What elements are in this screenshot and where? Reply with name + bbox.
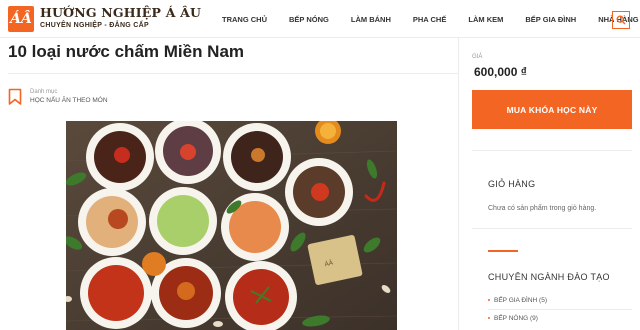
sidebar-divider	[458, 38, 459, 330]
major-item-home-kitchen[interactable]: BẾP GIA ĐÌNH (5)	[488, 297, 547, 304]
site-header: ÁÂ HƯỚNG NGHIỆP Á ÂU CHUYÊN NGHIỆP - ĐẲN…	[0, 0, 640, 38]
divider	[472, 150, 632, 151]
category-label: Danh mục	[30, 89, 58, 95]
brand-title[interactable]: HƯỚNG NGHIỆP Á ÂU	[40, 5, 201, 20]
major-item-label: BẾP GIA ĐÌNH (5)	[494, 297, 547, 304]
major-item-hot-kitchen[interactable]: BẾP NÓNG (9)	[488, 315, 538, 322]
nav-item-home-kitchen[interactable]: BẾP GIA ĐÌNH	[525, 15, 576, 24]
cart-title: GIỎ HÀNG	[488, 179, 536, 189]
divider	[472, 228, 632, 229]
bookmark-icon	[8, 88, 22, 105]
buy-course-button[interactable]: MUA KHÓA HỌC NÀY	[472, 90, 632, 129]
hero-image: ÁÂ	[66, 121, 397, 330]
cart-empty-message: Chưa có sản phẩm trong giỏ hàng.	[488, 205, 597, 212]
nav-item-home[interactable]: TRANG CHỦ	[222, 15, 267, 24]
main-nav: TRANG CHỦ BẾP NÓNG LÀM BÁNH PHA CHẾ LÀM …	[222, 0, 640, 38]
accent-divider	[488, 250, 518, 252]
nav-item-bartending[interactable]: PHA CHẾ	[413, 15, 446, 24]
category-link[interactable]: HỌC NẤU ĂN THEO MÓN	[30, 97, 108, 104]
nav-item-hot-kitchen[interactable]: BẾP NÓNG	[289, 15, 329, 24]
major-item-label: BẾP NÓNG (9)	[494, 315, 538, 322]
divider	[488, 309, 632, 310]
brand-tagline: CHUYÊN NGHIỆP - ĐẲNG CẤP	[40, 22, 149, 29]
divider	[8, 73, 458, 74]
search-button[interactable]	[612, 11, 630, 29]
price-label: GIÁ	[472, 54, 483, 60]
brand-logo-icon[interactable]: ÁÂ	[8, 6, 34, 32]
price-value: 600,000 ₫	[474, 65, 527, 79]
page-title: 10 loại nước chấm Miền Nam	[8, 42, 245, 61]
bullet-icon	[488, 317, 490, 320]
nav-item-ice-cream[interactable]: LÀM KEM	[468, 15, 503, 24]
dipping-sauces-photo: ÁÂ	[66, 121, 397, 330]
bullet-icon	[488, 299, 490, 302]
nav-item-baking[interactable]: LÀM BÁNH	[351, 15, 391, 24]
search-icon	[616, 15, 626, 25]
majors-title: CHUYÊN NGÀNH ĐÀO TẠO	[488, 272, 610, 282]
